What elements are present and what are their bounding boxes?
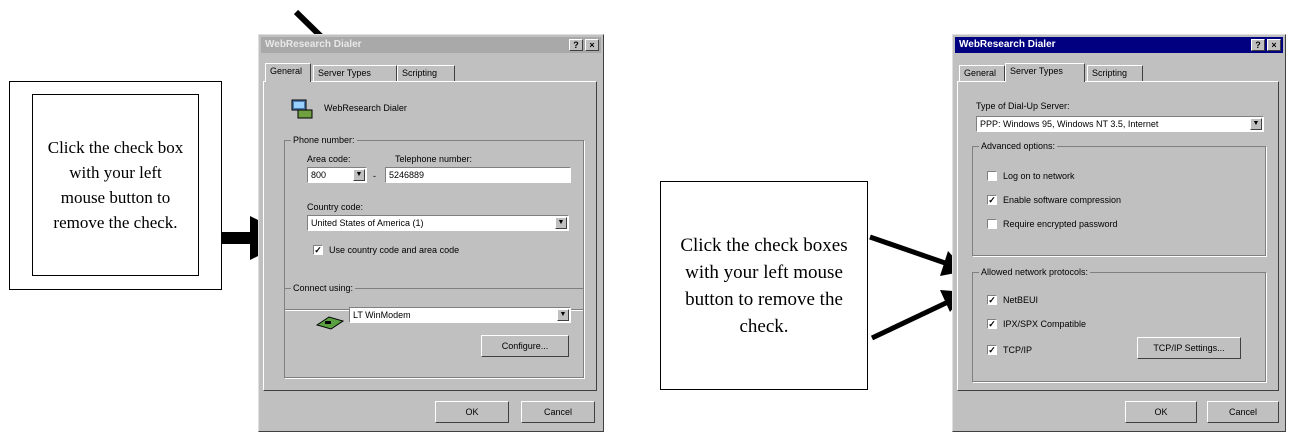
- left-dialog-titlebar: WebResearch Dialer ? ×: [261, 37, 601, 53]
- left-dialog-title: WebResearch Dialer: [265, 39, 362, 50]
- chevron-down-icon[interactable]: ▼: [557, 309, 569, 321]
- log-on-to-network-checkbox[interactable]: [987, 171, 997, 181]
- right-callout-box: Click the check boxes with your left mou…: [660, 181, 868, 390]
- left-dialog-window: WebResearch Dialer ? × General Server Ty…: [258, 34, 604, 432]
- software-compression-label: Enable software compression: [1003, 195, 1122, 205]
- network-protocols-group: Allowed network protocols: ✓ NetBEUI ✓ I…: [972, 266, 1266, 382]
- telephone-number-value: 5246889: [389, 170, 425, 180]
- app-icon: [290, 96, 314, 120]
- app-name-label: WebResearch Dialer: [324, 103, 407, 113]
- tcp-ip-label: TCP/IP: [1003, 345, 1033, 355]
- left-callout-box: Click the check box with your left mouse…: [9, 81, 222, 290]
- close-button[interactable]: ×: [1267, 39, 1281, 51]
- help-button[interactable]: ?: [1251, 39, 1265, 51]
- tcp-ip-checkbox[interactable]: ✓: [987, 345, 997, 355]
- server-types-tab-panel: Type of Dial-Up Server: PPP: Windows 95,…: [957, 81, 1279, 391]
- tab-server-types[interactable]: Server Types: [313, 65, 397, 81]
- ipx-spx-label: IPX/SPX Compatible: [1003, 319, 1087, 329]
- encrypted-password-checkbox[interactable]: [987, 219, 997, 229]
- tab-scripting[interactable]: Scripting: [1087, 65, 1143, 81]
- phone-number-group-label: Phone number:: [291, 134, 357, 146]
- tab-scripting[interactable]: Scripting: [397, 65, 455, 81]
- network-protocols-group-label: Allowed network protocols:: [979, 266, 1091, 278]
- telephone-number-input[interactable]: 5246889: [385, 167, 571, 183]
- chevron-down-icon[interactable]: ▼: [555, 217, 567, 229]
- cancel-button[interactable]: Cancel: [521, 401, 595, 423]
- server-type-label: Type of Dial-Up Server:: [976, 101, 1070, 111]
- cancel-button[interactable]: Cancel: [1207, 401, 1279, 423]
- netbeui-label: NetBEUI: [1003, 295, 1039, 305]
- server-type-value: PPP: Windows 95, Windows NT 3.5, Interne…: [980, 119, 1159, 129]
- modem-select[interactable]: LT WinModem ▼: [349, 307, 571, 323]
- left-callout-text: Click the check box with your left mouse…: [47, 138, 184, 232]
- modem-icon: [315, 313, 345, 333]
- tab-general[interactable]: General: [959, 65, 1005, 81]
- general-tab-panel: WebResearch Dialer Phone number: Area co…: [263, 81, 597, 391]
- configure-button[interactable]: Configure...: [481, 335, 569, 357]
- tab-general[interactable]: General: [265, 63, 311, 82]
- ok-button[interactable]: OK: [1125, 401, 1197, 423]
- chevron-down-icon[interactable]: ▼: [1250, 118, 1262, 130]
- area-code-label: Area code:: [307, 154, 351, 164]
- tab-server-types[interactable]: Server Types: [1005, 63, 1085, 82]
- left-callout-inner: Click the check box with your left mouse…: [32, 94, 199, 276]
- help-button[interactable]: ?: [569, 39, 583, 51]
- telephone-number-label: Telephone number:: [395, 154, 473, 164]
- software-compression-checkbox[interactable]: ✓: [987, 195, 997, 205]
- right-dialog-titlebar: WebResearch Dialer ? ×: [955, 37, 1283, 53]
- netbeui-checkbox[interactable]: ✓: [987, 295, 997, 305]
- ok-button[interactable]: OK: [435, 401, 509, 423]
- country-code-select[interactable]: United States of America (1) ▼: [307, 215, 569, 231]
- use-country-code-label: Use country code and area code: [329, 245, 460, 255]
- right-callout-text: Click the check boxes with your left mou…: [680, 234, 848, 337]
- country-code-value: United States of America (1): [311, 218, 424, 228]
- encrypted-password-label: Require encrypted password: [1003, 219, 1118, 229]
- close-button[interactable]: ×: [585, 39, 599, 51]
- ipx-spx-checkbox[interactable]: ✓: [987, 319, 997, 329]
- area-code-select[interactable]: 800 ▼: [307, 167, 367, 183]
- chevron-down-icon[interactable]: ▼: [353, 169, 365, 181]
- country-code-label: Country code:: [307, 202, 364, 212]
- connect-using-group: Connect using: LT WinModem ▼ Configure..…: [284, 282, 584, 378]
- dash-separator: -: [373, 171, 376, 181]
- tcp-ip-settings-button[interactable]: TCP/IP Settings...: [1137, 337, 1241, 359]
- log-on-to-network-label: Log on to network: [1003, 171, 1075, 181]
- right-dialog-window: WebResearch Dialer ? × General Server Ty…: [952, 34, 1286, 432]
- advanced-options-group-label: Advanced options:: [979, 140, 1058, 152]
- area-code-value: 800: [311, 170, 327, 180]
- right-dialog-title: WebResearch Dialer: [959, 39, 1056, 50]
- modem-value: LT WinModem: [353, 310, 411, 320]
- use-country-code-checkbox[interactable]: ✓: [313, 245, 323, 255]
- connect-using-group-label: Connect using:: [291, 282, 356, 294]
- server-type-select[interactable]: PPP: Windows 95, Windows NT 3.5, Interne…: [976, 116, 1264, 132]
- advanced-options-group: Advanced options: Log on to network ✓ En…: [972, 140, 1266, 256]
